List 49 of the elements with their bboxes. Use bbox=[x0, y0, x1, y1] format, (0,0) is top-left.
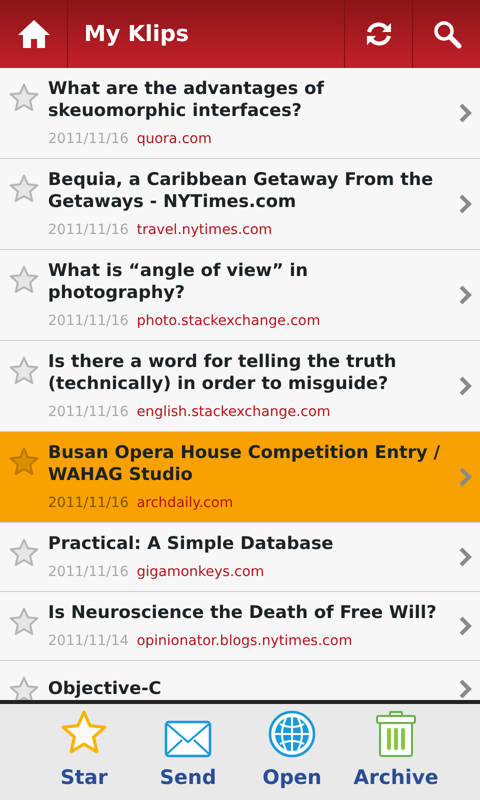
klip-date: 2011/11/16 bbox=[48, 494, 129, 512]
klip-title: What are the advantages of skeuomorphic interfaces? bbox=[48, 78, 326, 122]
klip-source: archdaily.com bbox=[136, 494, 234, 512]
klip-source: travel.nytimes.com bbox=[136, 221, 272, 239]
klip-source: opinionator.blogs.nytimes.com bbox=[136, 632, 352, 650]
klip-title: Practical: A Simple Database bbox=[48, 533, 334, 555]
klip-title: What is “angle of view” in photography? bbox=[48, 260, 310, 304]
action-button[interactable]: Send bbox=[148, 704, 228, 800]
chevron-right-icon bbox=[458, 678, 472, 700]
chevron-right-icon bbox=[458, 615, 472, 637]
envelope-icon bbox=[164, 720, 212, 758]
klip-source: english.stackexchange.com bbox=[136, 403, 330, 421]
chevron-right-icon bbox=[458, 284, 472, 306]
klip-item[interactable]: Busan Opera House Competition Entry / WAHAG Studio 2011/11/16 archdaily.com bbox=[0, 432, 480, 523]
refresh-icon bbox=[364, 20, 392, 48]
klip-source: gigamonkeys.com bbox=[136, 563, 264, 581]
star-icon bbox=[8, 446, 40, 478]
home-icon bbox=[16, 18, 52, 50]
globe-icon bbox=[268, 710, 316, 758]
klip-source: quora.com bbox=[136, 130, 212, 148]
search-icon bbox=[432, 19, 462, 49]
klip-date: 2011/11/14 bbox=[48, 632, 129, 650]
star-icon bbox=[8, 264, 40, 296]
klip-title: Is there a word for telling the truth (technically) in order to misguide? bbox=[48, 351, 398, 395]
klip-date: 2011/11/16 bbox=[48, 403, 129, 421]
klip-date: 2011/11/16 bbox=[48, 312, 129, 330]
screen-title: My Klips bbox=[83, 20, 190, 48]
klip-date: 2011/11/16 bbox=[48, 221, 129, 239]
action-button[interactable]: Open bbox=[252, 704, 332, 800]
klip-title: Bequia, a Caribbean Getaway From the Getaways - NYTimes.com bbox=[48, 169, 434, 213]
klip-title: Objective-C bbox=[48, 678, 162, 700]
chevron-right-icon bbox=[458, 193, 472, 215]
chevron-right-icon bbox=[458, 102, 472, 124]
star-icon bbox=[8, 82, 40, 114]
chevron-right-icon bbox=[458, 466, 472, 488]
trash-can-icon bbox=[375, 710, 417, 758]
klip-date: 2011/11/16 bbox=[48, 130, 129, 148]
klip-source: photo.stackexchange.com bbox=[136, 312, 320, 330]
star-icon bbox=[8, 355, 40, 387]
action-button[interactable]: Star bbox=[44, 704, 124, 800]
star-icon bbox=[8, 537, 40, 569]
star-icon bbox=[8, 606, 40, 638]
chevron-right-icon bbox=[458, 546, 472, 568]
action-button[interactable]: Archive bbox=[356, 704, 436, 800]
chevron-right-icon bbox=[458, 375, 472, 397]
star-icon bbox=[8, 173, 40, 205]
klip-date: 2011/11/16 bbox=[48, 563, 129, 581]
klip-title: Busan Opera House Competition Entry / WAHAG Studio bbox=[48, 442, 441, 486]
klip-title: Is Neuroscience the Death of Free Will? bbox=[48, 602, 438, 624]
